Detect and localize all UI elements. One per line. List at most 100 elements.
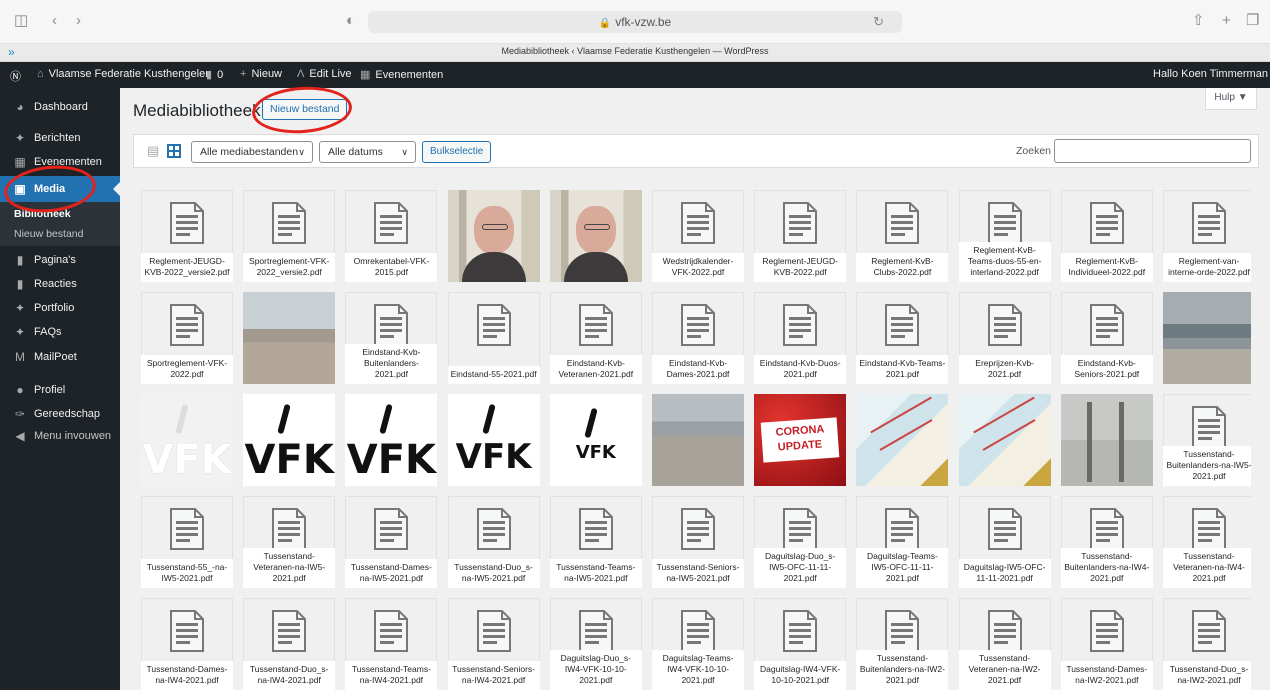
media-item-image[interactable]: VFK bbox=[345, 394, 438, 486]
vfk-logo-image: VFK bbox=[141, 394, 233, 486]
media-item-pdf[interactable]: Reglement-KvB-Individueel-2022.pdf bbox=[1060, 190, 1153, 282]
reload-icon[interactable]: ↻ bbox=[873, 11, 884, 33]
media-item-pdf[interactable]: Reglement-JEUGD-KVB-2022.pdf bbox=[754, 190, 847, 282]
address-bar[interactable]: 🔒 vfk-vzw.be ↻ bbox=[368, 11, 902, 33]
account-menu[interactable]: Hallo Koen Timmerman bbox=[1153, 68, 1270, 80]
media-item-pdf[interactable]: Daguitslag-Duo_s-IW4-VFK-10-10-2021.pdf bbox=[549, 598, 642, 690]
new-file-button[interactable]: Nieuw bestand bbox=[262, 99, 348, 120]
pin-icon: ✦ bbox=[14, 131, 26, 145]
new-tab-icon[interactable]: + bbox=[1222, 13, 1231, 29]
media-item-pdf[interactable]: Tussenstand-Veteranen-na-IW4-2021.pdf bbox=[1163, 496, 1251, 588]
media-item-pdf[interactable]: Tussenstand-55_-na-IW5-2021.pdf bbox=[141, 496, 233, 588]
media-item-pdf[interactable]: Reglement-van-interne-orde-2022.pdf bbox=[1163, 190, 1251, 282]
sidebar-item-label: FAQs bbox=[34, 326, 62, 338]
date-filter[interactable]: Alle datums ∨ bbox=[319, 141, 416, 163]
bulk-select-button[interactable]: Bulkselectie bbox=[422, 141, 492, 163]
media-item-image[interactable] bbox=[549, 190, 642, 282]
sidebar-item-comments[interactable]: ▮ Reacties bbox=[0, 271, 120, 297]
sidebar-item-dashboard[interactable]: ◕ Dashboard bbox=[0, 94, 120, 120]
media-item-image[interactable] bbox=[958, 394, 1051, 486]
media-item-image[interactable] bbox=[447, 190, 540, 282]
media-item-pdf[interactable]: Tussenstand-Duo_s-na-IW2-2021.pdf bbox=[1163, 598, 1251, 690]
media-item-pdf[interactable]: Tussenstand-Duo_s-na-IW4-2021.pdf bbox=[243, 598, 336, 690]
media-item-image[interactable] bbox=[243, 292, 336, 384]
sidebar-item-mailpoet[interactable]: M MailPoet bbox=[0, 344, 120, 370]
media-item-image[interactable] bbox=[856, 394, 949, 486]
media-item-pdf[interactable]: Ereprijzen-Kvb-2021.pdf bbox=[958, 292, 1051, 384]
media-item-pdf[interactable]: Reglement-KvB-Teams-duos-55-en-interland… bbox=[958, 190, 1051, 282]
media-item-image[interactable] bbox=[1060, 394, 1153, 486]
grid-view-icon[interactable] bbox=[167, 144, 181, 158]
media-item-image[interactable]: VFK bbox=[447, 394, 540, 486]
sidebar-item-events[interactable]: ▦ Evenementen bbox=[0, 149, 120, 175]
media-item-pdf[interactable]: Eindstand-Kvb-Buitenlanders-2021.pdf bbox=[345, 292, 438, 384]
sidebar-item-faqs[interactable]: ✦ FAQs bbox=[0, 319, 120, 345]
sidebar-item-posts[interactable]: ✦ Berichten bbox=[0, 125, 120, 151]
media-item-image[interactable]: CORONA UPDATE bbox=[754, 394, 847, 486]
media-item-pdf[interactable]: Sportreglement-VFK-2022.pdf bbox=[141, 292, 233, 384]
media-item-pdf[interactable]: Eindstand-Kvb-Seniors-2021.pdf bbox=[1060, 292, 1153, 384]
sidebar-toggle-icon[interactable]: ◫ bbox=[14, 13, 28, 29]
media-item-pdf[interactable]: Tussenstand-Veteranen-na-IW2-2021.pdf bbox=[958, 598, 1051, 690]
media-item-image[interactable] bbox=[1163, 292, 1251, 384]
events-link[interactable]: ▦ Evenementen bbox=[360, 68, 443, 81]
media-item-pdf[interactable]: Reglement-KvB-Clubs-2022.pdf bbox=[856, 190, 949, 282]
media-item-image[interactable]: VFK bbox=[243, 394, 336, 486]
edit-live-link[interactable]: Λ Edit Live bbox=[297, 68, 352, 80]
forward-icon[interactable]: › bbox=[76, 13, 81, 29]
comments-link[interactable]: ▮ 0 bbox=[206, 68, 223, 81]
media-item-pdf[interactable]: Tussenstand-Veteranen-na-IW5-2021.pdf bbox=[243, 496, 336, 588]
sidebar-collapse-menu[interactable]: ◀ Menu invouwen bbox=[0, 423, 120, 449]
media-item-pdf[interactable]: Eindstand-Kvb-Duos-2021.pdf bbox=[754, 292, 847, 384]
media-item-image[interactable] bbox=[652, 394, 744, 486]
media-item-pdf[interactable]: Tussenstand-Buitenlanders-na-IW4-2021.pd… bbox=[1060, 496, 1153, 588]
media-item-pdf[interactable]: Reglement-JEUGD-KVB-2022_versie2.pdf bbox=[141, 190, 233, 282]
document-icon bbox=[372, 202, 410, 244]
media-item-pdf[interactable]: Eindstand-Kvb-Dames-2021.pdf bbox=[652, 292, 744, 384]
media-item-pdf[interactable]: Tussenstand-Dames-na-IW2-2021.pdf bbox=[1060, 598, 1153, 690]
list-view-icon[interactable]: ▤ bbox=[147, 144, 161, 158]
media-item-pdf[interactable]: Eindstand-55-2021.pdf bbox=[447, 292, 540, 384]
media-item-pdf[interactable]: Sportreglement-VFK-2022_versie2.pdf bbox=[243, 190, 336, 282]
media-item-pdf[interactable]: Tussenstand-Seniors-na-IW5-2021.pdf bbox=[652, 496, 744, 588]
new-content-link[interactable]: + Nieuw bbox=[240, 68, 282, 80]
media-item-pdf[interactable]: Tussenstand-Buitenlanders-na-IW5-2021.pd… bbox=[1163, 394, 1251, 486]
media-item-pdf[interactable]: Daguitslag-Teams-IW5-OFC-11-11-2021.pdf bbox=[856, 496, 949, 588]
tab-title[interactable]: Mediabibliotheek ‹ Vlaamse Federatie Kus… bbox=[0, 46, 1270, 56]
media-item-image[interactable]: VFK bbox=[141, 394, 233, 486]
media-item-pdf[interactable]: Daguitslag-Duo_s-IW5-OFC-11-11-2021.pdf bbox=[754, 496, 847, 588]
sidebar-item-portfolio[interactable]: ✦ Portfolio bbox=[0, 295, 120, 321]
comments-icon: ▮ bbox=[16, 277, 24, 291]
media-item-pdf[interactable]: Tussenstand-Seniors-na-IW4-2021.pdf bbox=[447, 598, 540, 690]
site-name-link[interactable]: ⌂ Vlaamse Federatie Kusthengelen bbox=[37, 68, 211, 80]
wordpress-logo-icon[interactable]: Ⓝ bbox=[10, 68, 21, 84]
submenu-library[interactable]: Bibliotheek bbox=[14, 208, 71, 220]
media-type-filter[interactable]: Alle mediabestanden ∨ bbox=[191, 141, 313, 163]
media-item-pdf[interactable]: Tussenstand-Buitenlanders-na-IW2-2021.pd… bbox=[856, 598, 949, 690]
media-item-pdf[interactable]: Eindstand-Kvb-Teams-2021.pdf bbox=[856, 292, 949, 384]
media-icon: ▣ bbox=[14, 182, 26, 196]
media-item-pdf[interactable]: Tussenstand-Dames-na-IW5-2021.pdf bbox=[345, 496, 438, 588]
media-item-pdf[interactable]: Wedstrijdkalender-VFK-2022.pdf bbox=[652, 190, 744, 282]
sidebar-item-media[interactable]: ▣ Media bbox=[0, 176, 120, 202]
privacy-shield-icon[interactable]: ◐ bbox=[346, 13, 355, 29]
submenu-add-new[interactable]: Nieuw bestand bbox=[14, 228, 83, 240]
media-item-pdf[interactable]: Omrekentabel-VFK-2015.pdf bbox=[345, 190, 438, 282]
media-item-pdf[interactable]: Daguitslag-IW5-OFC-11-11-2021.pdf bbox=[958, 496, 1051, 588]
tab-overview-icon[interactable]: ❐ bbox=[1246, 13, 1259, 29]
back-icon[interactable]: ‹ bbox=[52, 13, 57, 29]
media-item-pdf[interactable]: Tussenstand-Teams-na-IW4-2021.pdf bbox=[345, 598, 438, 690]
media-item-pdf[interactable]: Daguitslag-Teams-IW4-VFK-10-10-2021.pdf bbox=[652, 598, 744, 690]
media-item-pdf[interactable]: Eindstand-Kvb-Veteranen-2021.pdf bbox=[549, 292, 642, 384]
vfk-logo-text: VFK bbox=[455, 437, 532, 477]
sidebar-item-profile[interactable]: ● Profiel bbox=[0, 377, 120, 403]
media-item-pdf[interactable]: Tussenstand-Dames-na-IW4-2021.pdf bbox=[141, 598, 233, 690]
media-item-pdf[interactable]: Tussenstand-Teams-na-IW5-2021.pdf bbox=[549, 496, 642, 588]
media-item-pdf[interactable]: Tussenstand-Duo_s-na-IW5-2021.pdf bbox=[447, 496, 540, 588]
sidebar-item-pages[interactable]: ▮ Pagina's bbox=[0, 247, 120, 273]
search-input[interactable] bbox=[1054, 139, 1251, 163]
media-item-image[interactable]: VFK bbox=[549, 394, 642, 486]
share-icon[interactable]: ⇧ bbox=[1192, 13, 1205, 29]
help-button[interactable]: Hulp ▼ bbox=[1205, 88, 1257, 110]
media-item-pdf[interactable]: Daguitslag-IW4-VFK-10-10-2021.pdf bbox=[754, 598, 847, 690]
